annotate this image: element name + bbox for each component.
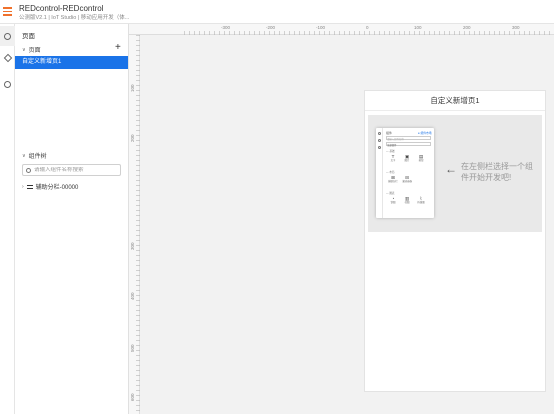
mini-section-layout: — 布局 xyxy=(386,171,395,174)
mini-component-item: ▣ 图片 xyxy=(404,154,410,162)
empty-drop-area[interactable]: 组件 ● 组件市场 请输入组件名称 全部组件 — 基础 T 文字 ▣ 图片 ▤ … xyxy=(368,115,542,232)
vertical-ruler: 100 200 300 400 500 600 xyxy=(129,35,140,414)
search-icon xyxy=(26,167,31,173)
add-page-button[interactable]: + xyxy=(115,43,121,53)
ruler-label: 200 xyxy=(463,25,471,30)
mini-section-chart: — 图表 xyxy=(386,192,395,195)
rail-item-pages[interactable] xyxy=(0,26,15,46)
mini-component-item: ▤ 按钮 xyxy=(418,154,424,162)
pages-panel: 页面 ∨ 页面 + 自定义新增页1 ∨ 组件树 › 辅助分栏-00000 xyxy=(15,24,129,414)
tree-item[interactable]: › 辅助分栏-00000 xyxy=(22,182,79,192)
ruler-label: -200 xyxy=(266,25,276,30)
ruler-label: 100 xyxy=(414,25,422,30)
mini-component-item: T 文字 xyxy=(390,154,396,162)
gear-icon xyxy=(4,32,11,40)
mini-component-item: ◔ 饼图 xyxy=(390,196,396,204)
panel-title: 页面 xyxy=(22,33,35,40)
app-header: REDcontrol-REDcontrol 公测版V2.1 | IoT Stud… xyxy=(0,0,554,24)
columns-icon xyxy=(26,184,33,189)
menu-icon[interactable] xyxy=(3,7,12,16)
mini-title: 组件 xyxy=(386,131,393,135)
component-search-input[interactable] xyxy=(34,167,119,173)
component-panel-preview: 组件 ● 组件市场 请输入组件名称 全部组件 — 基础 T 文字 ▣ 图片 ▤ … xyxy=(376,128,434,218)
left-rail xyxy=(0,24,15,414)
design-canvas[interactable]: -300 -200 -100 0 100 200 300 100 200 300… xyxy=(129,24,554,414)
ruler-label: 400 xyxy=(130,292,135,300)
mini-component-item: ⌇ 折线图 xyxy=(417,196,425,204)
project-title: REDcontrol-REDcontrol xyxy=(19,4,104,13)
ruler-label: -100 xyxy=(316,25,326,30)
ruler-label: 0 xyxy=(366,25,369,30)
page-list-item[interactable]: 自定义新增页1 xyxy=(15,56,128,69)
ruler-ticks xyxy=(136,35,140,414)
mini-filter-label: 全部组件 xyxy=(387,143,397,147)
page-frame-title: 自定义新增页1 xyxy=(365,91,545,111)
pages-section-header[interactable]: ∨ 页面 xyxy=(22,45,41,55)
tree-item-label: 辅助分栏-00000 xyxy=(35,185,79,191)
mini-rail xyxy=(376,128,383,218)
ruler-label: -300 xyxy=(221,25,231,30)
chevron-right-icon[interactable]: › xyxy=(22,184,24,190)
mini-search-placeholder: 请输入组件名称 xyxy=(387,137,404,141)
gear-icon xyxy=(378,132,381,135)
mini-component-item: ⊟ 滚动容器 xyxy=(402,175,412,183)
arrow-left-icon: ← xyxy=(445,162,457,176)
chevron-down-icon: ∨ xyxy=(22,152,26,159)
ruler-ticks xyxy=(184,31,554,35)
component-search-box[interactable] xyxy=(22,164,121,176)
ruler-label: 200 xyxy=(130,134,135,142)
mini-component-item: ⊞ 辅助分栏 xyxy=(388,175,398,183)
ruler-label: 500 xyxy=(130,344,135,352)
mini-component-item: ▥ 柱图 xyxy=(404,196,410,204)
ruler-label: 100 xyxy=(130,84,135,92)
project-subtitle: 公测版V2.1 | IoT Studio | 移动应用开发（体... xyxy=(19,15,130,21)
pages-section-label: 页面 xyxy=(28,48,41,54)
ruler-label: 300 xyxy=(130,242,135,250)
cube-icon xyxy=(378,139,381,142)
ruler-label: 600 xyxy=(130,393,135,401)
empty-hint-text: 在左侧栏选择一个组件开始开发吧! xyxy=(461,162,533,182)
app-window: REDcontrol-REDcontrol 公测版V2.1 | IoT Stud… xyxy=(0,0,554,414)
rail-item-components[interactable] xyxy=(0,48,15,68)
settings-icon xyxy=(378,146,381,149)
mini-badge: ● 组件市场 xyxy=(418,131,432,135)
chevron-down-icon: ∨ xyxy=(22,46,26,53)
page-frame[interactable]: 自定义新增页1 组件 ● 组件市场 请输入组件名称 全部组件 — 基础 T 文字… xyxy=(364,90,546,392)
cube-icon xyxy=(3,53,12,63)
settings-icon xyxy=(4,80,11,88)
rail-item-settings[interactable] xyxy=(0,74,15,94)
ruler-label: 300 xyxy=(512,25,520,30)
component-tree-label: 组件树 xyxy=(28,154,47,160)
mini-section-basic: — 基础 xyxy=(386,150,395,153)
horizontal-ruler: -300 -200 -100 0 100 200 300 xyxy=(129,24,554,35)
component-tree-header[interactable]: ∨ 组件树 xyxy=(22,151,47,161)
